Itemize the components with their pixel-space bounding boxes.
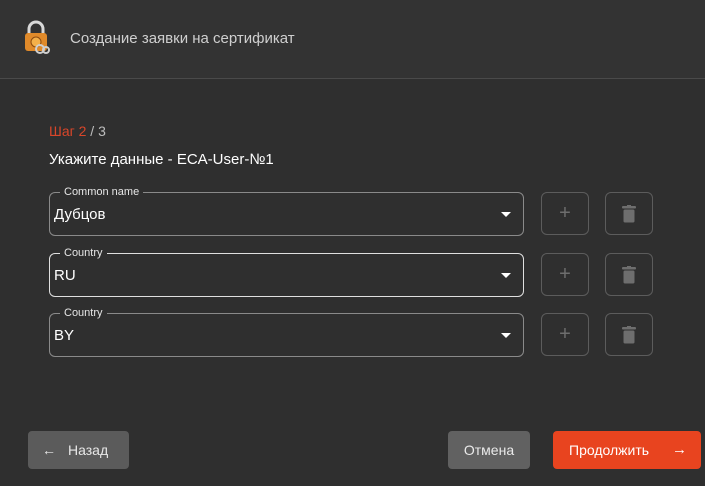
- add-country-button-1[interactable]: +: [541, 253, 589, 296]
- trash-icon: [622, 326, 636, 344]
- arrow-right-icon: →: [672, 441, 687, 458]
- delete-common-name-button[interactable]: [605, 192, 653, 235]
- arrow-left-icon: ←: [42, 442, 56, 458]
- continue-button-label: Продолжить: [569, 442, 650, 458]
- country-select-2[interactable]: Country BY: [49, 306, 524, 357]
- trash-icon: [622, 205, 636, 223]
- window-title: Создание заявки на сертификат: [70, 30, 295, 47]
- delete-country-button-1[interactable]: [605, 253, 653, 296]
- country-select-1[interactable]: Country RU: [49, 246, 524, 297]
- plus-icon: +: [559, 202, 571, 224]
- chevron-down-icon[interactable]: [501, 333, 511, 338]
- continue-button[interactable]: Продолжить →: [553, 431, 701, 469]
- delete-country-button-2[interactable]: [605, 313, 653, 356]
- step-indicator: Шаг 2 / 3: [49, 123, 106, 139]
- step-subtitle: Укажите данные - ECA-User-№1: [49, 151, 274, 168]
- trash-icon: [622, 266, 636, 284]
- field-label: Country: [60, 246, 107, 260]
- title-bar: Создание заявки на сертификат: [0, 0, 705, 79]
- back-button-label: Назад: [68, 442, 109, 458]
- field-value: RU: [54, 267, 76, 284]
- field-label: Common name: [60, 185, 144, 199]
- plus-icon: +: [559, 323, 571, 345]
- plus-icon: +: [559, 263, 571, 285]
- common-name-select[interactable]: Common name Дубцов: [49, 185, 524, 236]
- field-value: BY: [54, 327, 75, 344]
- field-value: Дубцов: [54, 206, 106, 223]
- cancel-button[interactable]: Отмена: [448, 431, 530, 469]
- certificate-request-window: Создание заявки на сертификат Шаг 2 / 3 …: [0, 0, 705, 486]
- add-country-button-2[interactable]: +: [541, 313, 589, 356]
- chevron-down-icon[interactable]: [501, 212, 511, 217]
- chevron-down-icon[interactable]: [501, 273, 511, 278]
- add-common-name-button[interactable]: +: [541, 192, 589, 235]
- step-current: Шаг 2: [49, 123, 87, 139]
- lock-certificate-icon: [25, 20, 50, 54]
- field-label: Country: [60, 306, 107, 320]
- step-total: / 3: [86, 123, 106, 139]
- back-button[interactable]: ← Назад: [28, 431, 129, 469]
